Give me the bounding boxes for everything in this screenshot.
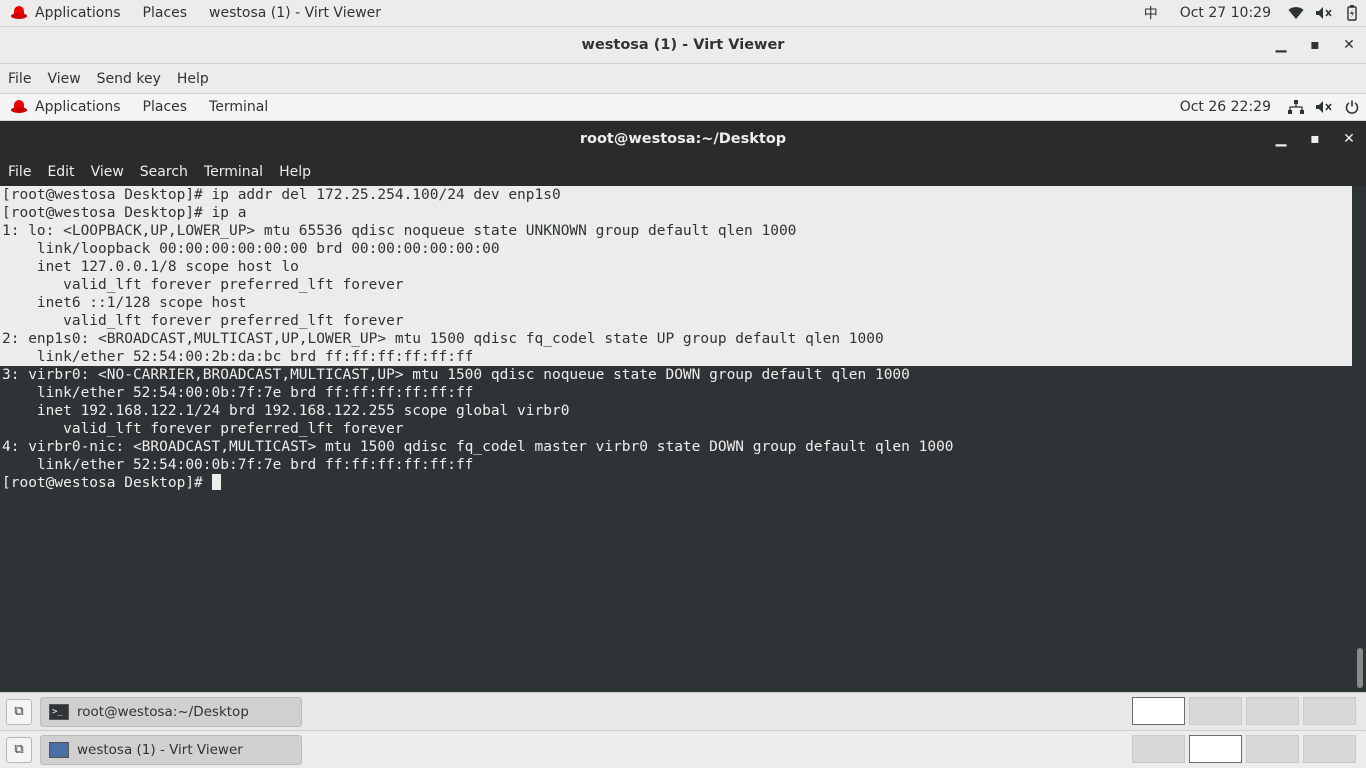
terminal-menubar: File Edit View Search Terminal Help <box>0 157 1366 186</box>
terminal-menu-edit[interactable]: Edit <box>39 157 82 186</box>
terminal-line: 4: virbr0-nic: <BROADCAST,MULTICAST> mtu… <box>2 439 954 455</box>
guest-applications-menu[interactable]: Applications <box>0 94 132 120</box>
terminal-line: 2: enp1s0: <BROADCAST,MULTICAST,UP,LOWER… <box>0 330 1352 348</box>
terminal-menu-view[interactable]: View <box>83 157 132 186</box>
text-cursor <box>211 474 221 490</box>
terminal-maximize-button[interactable]: ▪ <box>1298 131 1332 147</box>
guest-places-menu[interactable]: Places <box>132 94 199 120</box>
terminal-icon: >_ <box>49 703 69 720</box>
workspace-4[interactable] <box>1303 697 1356 725</box>
volume-muted-icon <box>1310 0 1338 26</box>
taskbar-item-terminal[interactable]: >_ root@westosa:~/Desktop <box>40 696 302 727</box>
minimize-button[interactable]: ▁ <box>1264 37 1298 53</box>
terminal-scrollbar[interactable] <box>1352 186 1366 692</box>
terminal-line: 1: lo: <LOOPBACK,UP,LOWER_UP> mtu 65536 … <box>0 222 1352 240</box>
guest-top-bar: Applications Places Terminal Oct 26 22:2… <box>0 94 1366 121</box>
virt-viewer-title: westosa (1) - Virt Viewer <box>581 37 785 53</box>
guest-taskbar: ⧉ >_ root@westosa:~/Desktop <box>0 692 1366 730</box>
terminal-titlebar[interactable]: root@westosa:~/Desktop ▁ ▪ ✕ <box>0 121 1366 157</box>
terminal-menu-file[interactable]: File <box>0 157 39 186</box>
terminal-line: 3: virbr0: <NO-CARRIER,BROADCAST,MULTICA… <box>2 367 910 383</box>
terminal-line: inet6 ::1/128 scope host <box>0 294 1352 312</box>
terminal-menu-search[interactable]: Search <box>132 157 196 186</box>
terminal-line: link/ether 52:54:00:2b:da:bc brd ff:ff:f… <box>0 348 1352 366</box>
guest-date: Oct 26 <box>1179 99 1227 115</box>
vv-menu-send-key[interactable]: Send key <box>89 64 169 93</box>
show-desktop-button[interactable]: ⧉ <box>6 698 32 725</box>
terminal-line: valid_lft forever preferred_lft forever <box>2 421 404 437</box>
guest-time: 22:29 <box>1230 99 1271 115</box>
host-clock[interactable]: Oct 27 10:29 <box>1169 0 1282 26</box>
redhat-logo-icon <box>11 6 27 20</box>
workspace-1[interactable] <box>1132 735 1185 763</box>
taskbar-item-label: root@westosa:~/Desktop <box>77 703 249 720</box>
taskbar-item-label: westosa (1) - Virt Viewer <box>77 741 243 758</box>
terminal-output[interactable]: [root@westosa Desktop]# ip addr del 172.… <box>0 186 1352 692</box>
workspace-switcher <box>1132 735 1356 763</box>
workspace-2[interactable] <box>1189 697 1242 725</box>
terminal-line: inet 192.168.122.1/24 brd 192.168.122.25… <box>2 403 570 419</box>
maximize-button[interactable]: ▪ <box>1298 37 1332 53</box>
virt-viewer-titlebar[interactable]: westosa (1) - Virt Viewer ▁ ▪ ✕ <box>0 27 1366 64</box>
close-button[interactable]: ✕ <box>1332 37 1366 53</box>
battery-icon <box>1338 0 1366 26</box>
guest-system-tray[interactable] <box>1282 94 1366 120</box>
terminal-menu-terminal[interactable]: Terminal <box>196 157 271 186</box>
host-places-menu[interactable]: Places <box>132 0 199 26</box>
workspace-1[interactable] <box>1132 697 1185 725</box>
vv-menu-view[interactable]: View <box>39 64 88 93</box>
virt-viewer-menubar: File View Send key Help <box>0 64 1366 94</box>
terminal-prompt-line: [root@westosa Desktop]# <box>2 474 1352 492</box>
host-system-tray[interactable] <box>1282 0 1366 26</box>
terminal-line: link/loopback 00:00:00:00:00:00 brd 00:0… <box>0 240 1352 258</box>
workspace-3[interactable] <box>1246 735 1299 763</box>
host-active-window-menu[interactable]: westosa (1) - Virt Viewer <box>198 0 392 26</box>
terminal-close-button[interactable]: ✕ <box>1332 131 1366 147</box>
guest-applications-label: Applications <box>35 99 121 115</box>
terminal-line: valid_lft forever preferred_lft forever <box>0 312 1352 330</box>
terminal-line: [root@westosa Desktop]# ip a <box>0 204 1352 222</box>
volume-muted-icon <box>1310 94 1338 120</box>
host-applications-label: Applications <box>35 5 121 21</box>
host-time: 10:29 <box>1230 5 1271 21</box>
monitor-icon <box>49 741 69 758</box>
power-icon <box>1338 94 1366 120</box>
wifi-icon <box>1282 0 1310 26</box>
terminal-line: valid_lft forever preferred_lft forever <box>0 276 1352 294</box>
host-taskbar: ⧉ westosa (1) - Virt Viewer <box>0 730 1366 768</box>
vv-menu-help[interactable]: Help <box>169 64 217 93</box>
input-method-indicator[interactable]: 中 <box>1133 0 1169 26</box>
terminal-line: link/ether 52:54:00:0b:7f:7e brd ff:ff:f… <box>2 385 474 401</box>
host-top-bar: Applications Places westosa (1) - Virt V… <box>0 0 1366 27</box>
redhat-logo-icon <box>11 100 27 114</box>
terminal-menu-help[interactable]: Help <box>271 157 319 186</box>
workspace-switcher <box>1132 697 1356 725</box>
scrollbar-thumb[interactable] <box>1357 648 1363 688</box>
terminal-minimize-button[interactable]: ▁ <box>1264 131 1298 147</box>
taskbar-item-virt-viewer[interactable]: westosa (1) - Virt Viewer <box>40 734 302 765</box>
terminal-line: inet 127.0.0.1/8 scope host lo <box>0 258 1352 276</box>
guest-active-app-menu[interactable]: Terminal <box>198 94 279 120</box>
workspace-4[interactable] <box>1303 735 1356 763</box>
show-desktop-button[interactable]: ⧉ <box>6 736 32 763</box>
network-icon <box>1282 94 1310 120</box>
host-applications-menu[interactable]: Applications <box>0 0 132 26</box>
terminal-prompt: [root@westosa Desktop]# <box>2 475 212 491</box>
guest-clock[interactable]: Oct 26 22:29 <box>1169 94 1282 120</box>
terminal-line: link/ether 52:54:00:0b:7f:7e brd ff:ff:f… <box>2 457 474 473</box>
vv-menu-file[interactable]: File <box>0 64 39 93</box>
terminal-title: root@westosa:~/Desktop <box>579 131 787 147</box>
workspace-3[interactable] <box>1246 697 1299 725</box>
terminal-line: [root@westosa Desktop]# ip addr del 172.… <box>0 186 1352 204</box>
workspace-2[interactable] <box>1189 735 1242 763</box>
host-date: Oct 27 <box>1179 5 1227 21</box>
